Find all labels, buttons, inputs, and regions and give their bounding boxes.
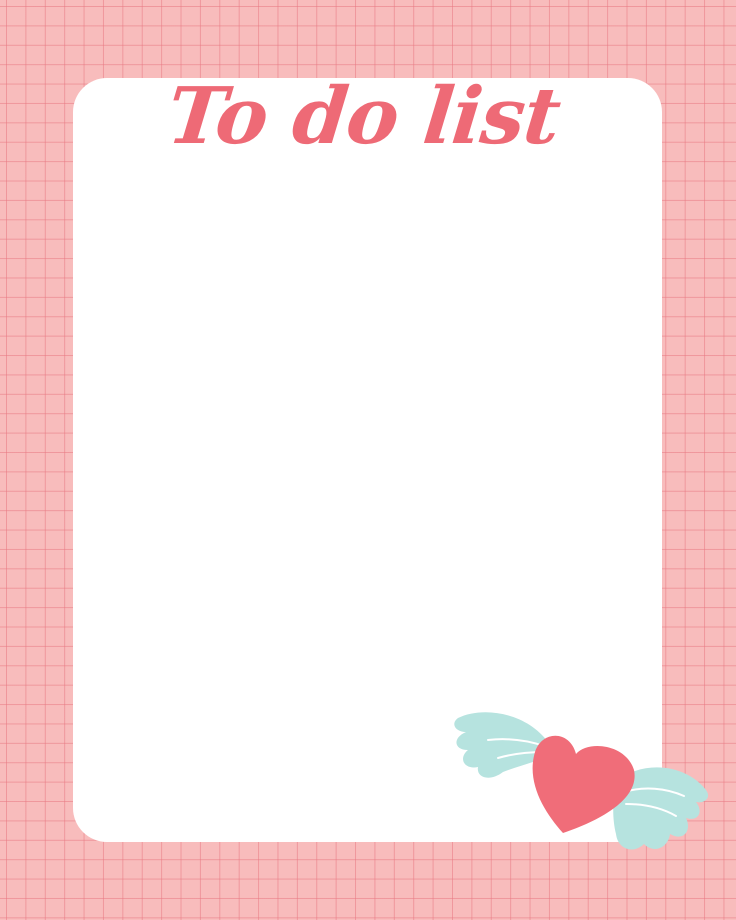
page-title: To do list — [0, 71, 736, 162]
title-text: To do list — [163, 71, 565, 162]
winged-heart-icon — [448, 700, 716, 860]
